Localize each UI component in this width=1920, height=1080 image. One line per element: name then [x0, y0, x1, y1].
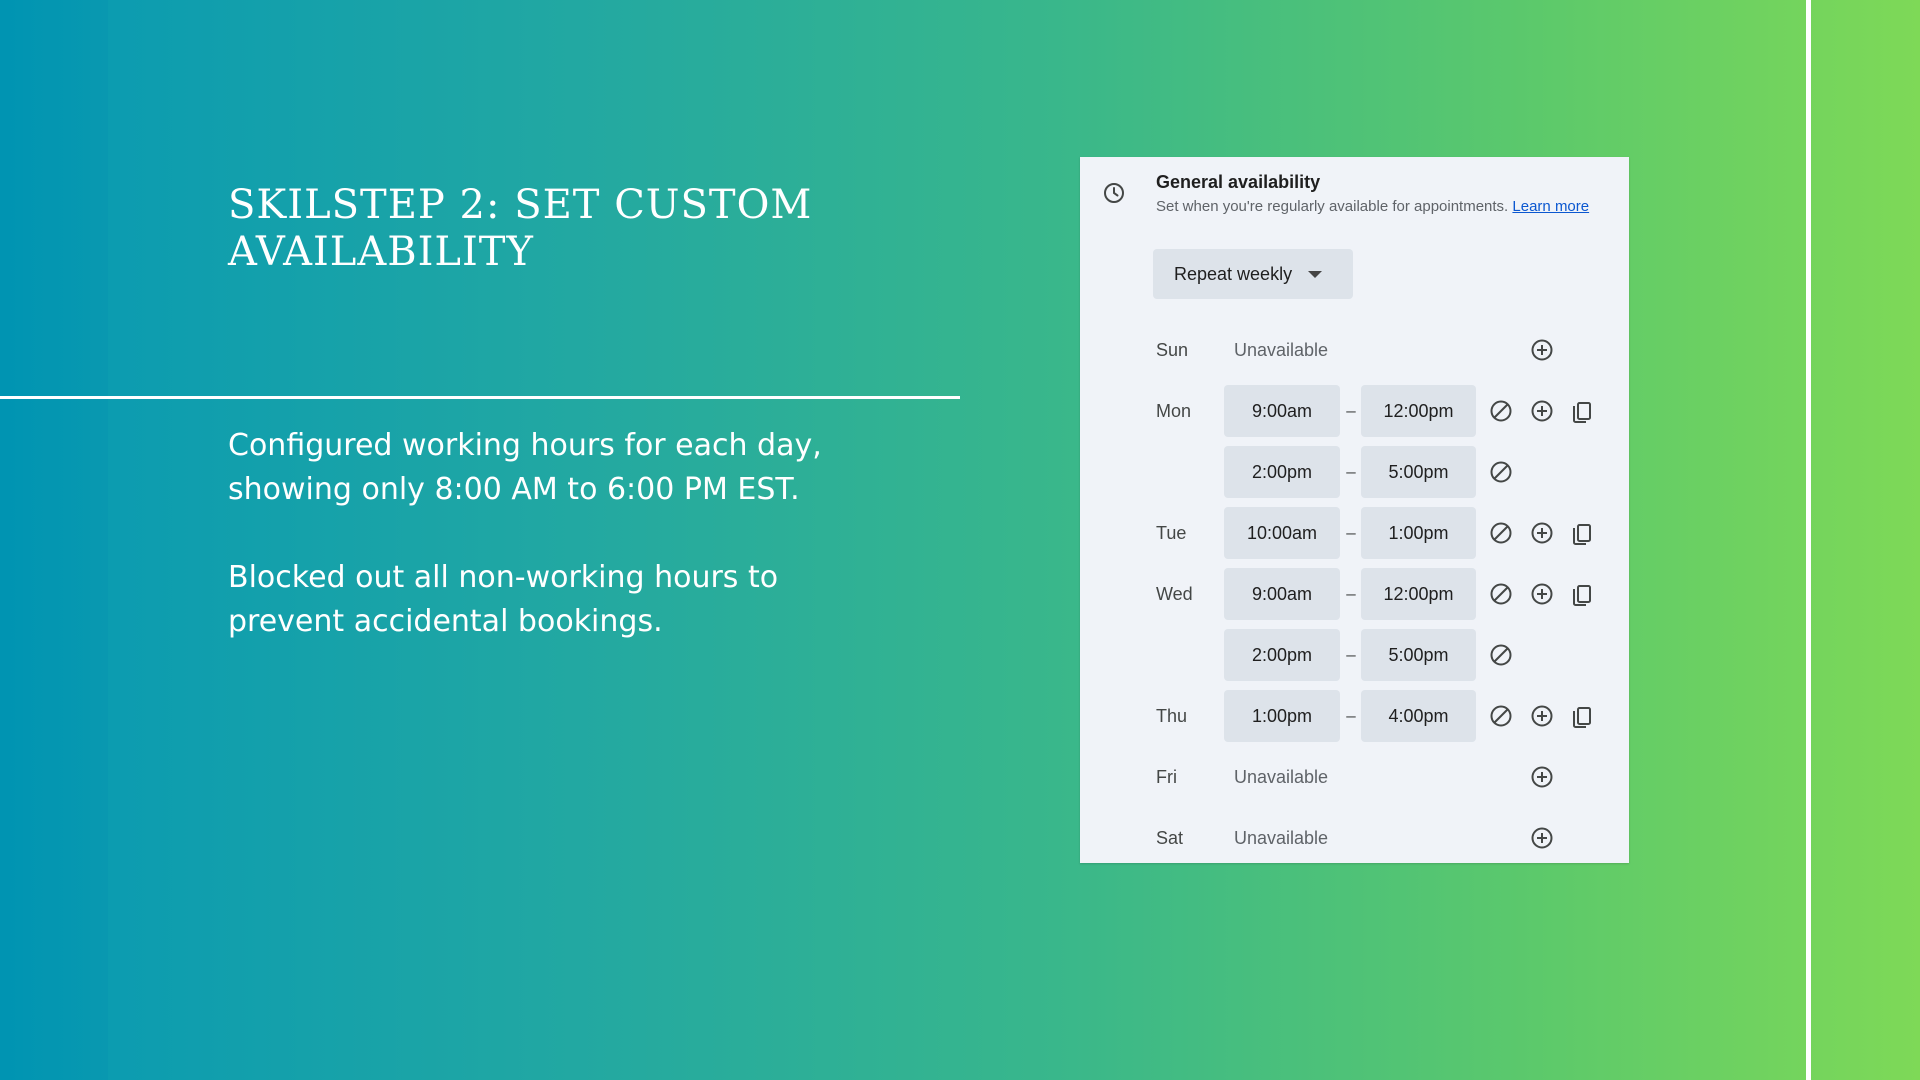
time-slot-row-mon: 2:00pm –5:00pm	[1080, 446, 1629, 498]
remove-interval-icon[interactable]	[1488, 520, 1514, 546]
day-row-sat: Sat Unavailable	[1080, 812, 1629, 864]
repeat-frequency-dropdown[interactable]: Repeat weekly	[1153, 249, 1353, 299]
right-vertical-rule	[1806, 0, 1811, 1080]
time-slot-row-wed: 2:00pm –5:00pm	[1080, 629, 1629, 681]
unavailable-status: Unavailable	[1234, 828, 1329, 848]
start-time-field[interactable]: 1:00pm	[1224, 690, 1340, 742]
day-label: Fri	[1156, 767, 1177, 787]
time-range-dash: –	[1346, 523, 1356, 542]
panel-subtitle: Set when you're regularly available for …	[1156, 197, 1606, 217]
dropdown-caret-icon	[1308, 270, 1323, 278]
body-paragraph-2: Blocked out all non-working hours to pre…	[228, 560, 779, 639]
end-time-field[interactable]: 12:00pm	[1361, 385, 1476, 437]
panel-title: General availability	[1156, 172, 1321, 192]
start-time-field[interactable]: 2:00pm	[1224, 629, 1340, 681]
time-range-dash: –	[1346, 645, 1356, 664]
repeat-frequency-label: Repeat weekly	[1174, 263, 1293, 284]
day-label: Mon	[1156, 401, 1192, 421]
unavailable-status: Unavailable	[1234, 767, 1329, 787]
start-time-field[interactable]: 10:00am	[1224, 507, 1340, 559]
remove-interval-icon[interactable]	[1488, 459, 1514, 485]
copy-times-icon[interactable]	[1569, 581, 1595, 607]
add-interval-icon[interactable]	[1529, 337, 1555, 363]
start-time-field[interactable]: 9:00am	[1224, 385, 1340, 437]
end-time-field[interactable]: 5:00pm	[1361, 446, 1476, 498]
day-label: Sat	[1156, 828, 1184, 848]
end-time-field[interactable]: 1:00pm	[1361, 507, 1476, 559]
time-slot-row-wed: Wed 9:00am –12:00pm	[1080, 568, 1629, 620]
add-interval-icon[interactable]	[1529, 703, 1555, 729]
day-label: Wed	[1156, 584, 1193, 604]
add-interval-icon[interactable]	[1529, 825, 1555, 851]
end-time-field[interactable]: 12:00pm	[1361, 568, 1476, 620]
remove-interval-icon[interactable]	[1488, 581, 1514, 607]
remove-interval-icon[interactable]	[1488, 398, 1514, 424]
time-range-dash: –	[1346, 706, 1356, 725]
day-label: Tue	[1156, 523, 1187, 543]
general-availability-panel: General availability Set when you're reg…	[1080, 157, 1629, 863]
clock-icon	[1102, 181, 1126, 205]
slide-body: Configured working hours for each day, s…	[228, 424, 828, 688]
copy-times-icon[interactable]	[1569, 398, 1595, 424]
time-slot-row-mon: Mon 9:00am –12:00pm	[1080, 385, 1629, 437]
add-interval-icon[interactable]	[1529, 520, 1555, 546]
start-time-field[interactable]: 9:00am	[1224, 568, 1340, 620]
panel-subtitle-text: Set when you're regularly available for …	[1156, 198, 1509, 215]
left-shade-band	[0, 0, 108, 1080]
time-slot-row-tue: Tue 10:00am –1:00pm	[1080, 507, 1629, 559]
add-interval-icon[interactable]	[1529, 581, 1555, 607]
time-range-dash: –	[1346, 401, 1356, 420]
remove-interval-icon[interactable]	[1488, 703, 1514, 729]
copy-times-icon[interactable]	[1569, 520, 1595, 546]
end-time-field[interactable]: 4:00pm	[1361, 690, 1476, 742]
time-range-dash: –	[1346, 462, 1356, 481]
slide-title-line-1: SKILSTEP 2: SET CUSTOM	[228, 182, 813, 228]
add-interval-icon[interactable]	[1529, 398, 1555, 424]
day-label: Sun	[1156, 340, 1189, 360]
horizontal-divider	[0, 396, 960, 399]
time-range-dash: –	[1346, 584, 1356, 603]
add-interval-icon[interactable]	[1529, 764, 1555, 790]
unavailable-status: Unavailable	[1234, 340, 1329, 360]
day-row-fri: Fri Unavailable	[1080, 751, 1629, 803]
slide-title-line-2: AVAILABILITY	[228, 229, 534, 275]
copy-times-icon[interactable]	[1569, 703, 1595, 729]
day-row-sun: Sun Unavailable	[1080, 324, 1629, 376]
time-slot-row-thu: Thu 1:00pm –4:00pm	[1080, 690, 1629, 742]
start-time-field[interactable]: 2:00pm	[1224, 446, 1340, 498]
learn-more-link[interactable]: Learn more	[1512, 198, 1589, 215]
end-time-field[interactable]: 5:00pm	[1361, 629, 1476, 681]
remove-interval-icon[interactable]	[1488, 642, 1514, 668]
body-paragraph-1: Configured working hours for each day, s…	[228, 428, 822, 507]
slide-title: SKILSTEP 2: SET CUSTOM AVAILABILITY	[228, 182, 948, 276]
day-label: Thu	[1156, 706, 1188, 726]
